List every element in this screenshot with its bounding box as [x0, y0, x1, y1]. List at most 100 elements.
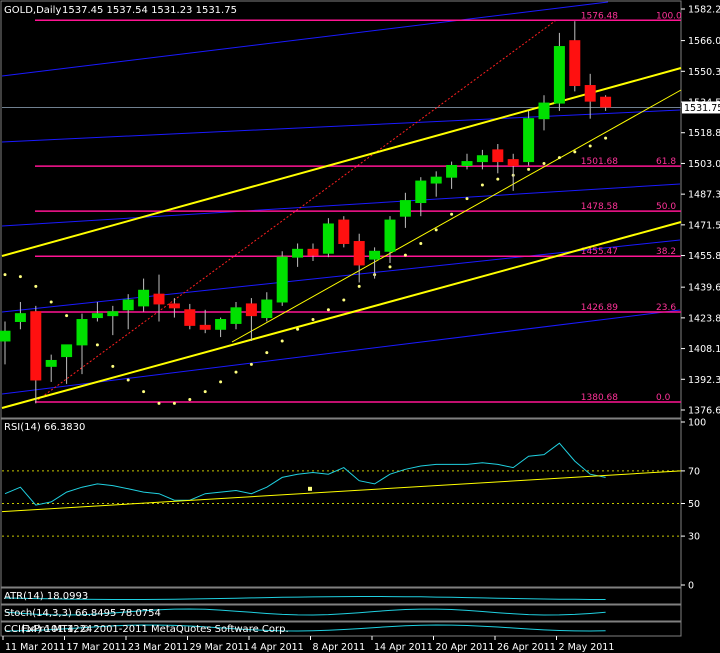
sar-dot [573, 150, 577, 154]
atr-line [4, 596, 606, 600]
bull-candle [138, 289, 150, 307]
sar-dot [557, 156, 561, 160]
bear-candle [199, 324, 211, 330]
fibonacci-retracement[interactable]: 1576.48 100.01501.68 61.81478.58 50.01455.4… [34, 11, 682, 403]
sar-dot [65, 314, 69, 318]
rsi-trend-line [1, 470, 682, 513]
bull-candle [369, 250, 381, 260]
bull-candle [415, 180, 427, 204]
bull-candle [61, 344, 73, 358]
time-tick-label: 17 Mar 2011 [67, 642, 127, 653]
ohlc-readout: 1537.45 1537.54 1531.23 1531.75 [62, 5, 237, 16]
lower-trend-line [1, 221, 682, 409]
rsi-tick-label: 0 [688, 581, 694, 592]
sar-dot [234, 370, 238, 374]
bull-candle [14, 313, 26, 322]
fib-ratio-label: 38.2 [656, 247, 676, 257]
bull-candle [45, 359, 57, 367]
sar-dot [326, 308, 330, 312]
bull-candle [322, 223, 334, 254]
bull-candle [0, 330, 11, 342]
sar-dot [403, 253, 407, 257]
bull-candle [399, 200, 411, 217]
fib-price-label: 1576.48 [581, 11, 618, 21]
bull-candle [230, 307, 242, 324]
sar-dot [188, 397, 192, 401]
sar-dot [357, 284, 361, 288]
bear-candle [584, 85, 596, 102]
rsi-tick-label: 50 [688, 499, 700, 510]
sar-dot [18, 275, 22, 279]
sar-dot [265, 351, 269, 355]
bull-candle [553, 46, 565, 104]
price-tick-label: 1582.25 [688, 5, 720, 16]
bear-candle [184, 309, 196, 326]
fib-ratio-label: 23.6 [656, 303, 676, 313]
time-tick-label: 11 Mar 2011 [5, 642, 65, 653]
time-tick-label: 14 Apr 2011 [374, 642, 433, 653]
time-tick-label: 8 Apr 2011 [313, 642, 366, 653]
price-tick-label: 1455.80 [688, 251, 720, 262]
bull-candle [538, 102, 550, 120]
bear-candle [245, 303, 257, 317]
bear-candle [168, 303, 180, 309]
bull-candle [292, 248, 304, 258]
sar-dot [342, 298, 346, 302]
atr-label: ATR(14) 18.0993 [4, 591, 88, 602]
sar-dot [280, 339, 284, 343]
chart-canvas: 1576.48 100.01501.68 61.81478.58 50.01455.4… [0, 0, 720, 653]
bull-candle [446, 164, 458, 178]
sar-dot [450, 212, 454, 216]
rsi-tick-label: 30 [688, 532, 700, 543]
bear-candle [600, 96, 612, 108]
chart-window: 1576.48 100.0 1501.68 61.8 1478.58 50.0 1455.4… [0, 0, 720, 653]
price-tick-label: 1408.10 [688, 344, 720, 355]
price-tick-label: 1376.60 [688, 406, 720, 417]
price-tick-label: 1518.80 [688, 128, 720, 139]
rsi-label: RSI(14) 66.3830 [4, 422, 85, 433]
bear-candle [507, 159, 519, 166]
fib-ratio-label: 0.0 [656, 393, 671, 403]
sar-dot [49, 300, 53, 304]
price-tick-label: 1471.55 [688, 220, 720, 231]
price-tick-label: 1550.30 [688, 67, 720, 78]
sar-dot [496, 177, 500, 181]
sar-dot [249, 362, 253, 366]
sar-dot [34, 284, 38, 288]
bull-candle [384, 219, 396, 252]
fib-price-label: 1478.58 [581, 202, 618, 212]
sar-dot [527, 167, 531, 171]
fib-price-label: 1380.68 [581, 393, 618, 403]
price-tick-label: 1503.05 [688, 159, 720, 170]
parabolic-sar [3, 136, 608, 405]
time-tick-label: 2 May 2011 [559, 642, 615, 653]
sar-dot [542, 162, 546, 166]
price-axis: 1582.251566.051550.301534.551518.801503.… [681, 5, 720, 417]
sar-dot [419, 241, 423, 245]
bull-candle [107, 311, 119, 317]
sar-dot [95, 343, 99, 347]
bull-candle [461, 161, 473, 166]
bull-candle [215, 319, 227, 330]
sar-dot [388, 265, 392, 269]
sar-dot [434, 228, 438, 232]
candles [0, 21, 612, 404]
time-tick-label: 23 Mar 2011 [128, 642, 188, 653]
current-price-label: 1531.75 [684, 103, 720, 114]
bear-candle [307, 248, 319, 256]
rsi-tick-label: 70 [688, 466, 700, 477]
sar-dot [219, 380, 223, 384]
fib-ratio-label: 50.0 [656, 202, 676, 212]
sar-dot [111, 364, 115, 368]
atr-panel-frame [0, 587, 682, 605]
bull-candle [91, 313, 103, 319]
price-tick-label: 1439.60 [688, 283, 720, 294]
price-tick-label: 1392.35 [688, 375, 720, 386]
fib-ratio-label: 100.0 [656, 11, 682, 21]
fib-price-label: 1501.68 [581, 157, 618, 167]
channel-line [1, 109, 681, 143]
sar-dot [203, 390, 207, 394]
sar-dot [604, 136, 608, 140]
sar-dot [465, 197, 469, 201]
sar-dot [142, 390, 146, 394]
